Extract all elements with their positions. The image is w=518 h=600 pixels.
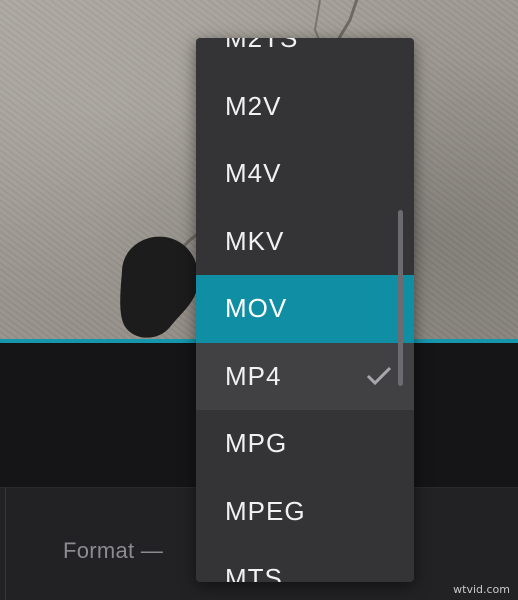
format-option-label: MP4 <box>225 360 282 391</box>
check-icon <box>366 367 392 386</box>
format-dropdown[interactable]: M2TS M2V M4V MKV MOV MP4 MPG MPEG MTS <box>196 38 414 582</box>
format-option-mpg[interactable]: MPG <box>196 410 414 478</box>
format-option-mpeg[interactable]: MPEG <box>196 478 414 546</box>
format-options-list: M2TS M2V M4V MKV MOV MP4 MPG MPEG MTS <box>196 38 414 582</box>
format-option-mp4[interactable]: MP4 <box>196 342 414 410</box>
format-option-mkv[interactable]: MKV <box>196 208 414 276</box>
format-option-label: MPEG <box>225 495 306 526</box>
format-option-label: M2TS <box>225 38 299 54</box>
format-option-mts[interactable]: MTS <box>196 545 414 582</box>
format-option-m2v[interactable]: M2V <box>196 73 414 141</box>
panel-divider <box>5 487 6 600</box>
format-option-m4v[interactable]: M4V <box>196 140 414 208</box>
format-option-label: MOV <box>225 293 288 324</box>
format-option-label: MPG <box>225 428 288 459</box>
format-option-mov[interactable]: MOV <box>196 275 414 343</box>
format-option-label: M4V <box>225 158 282 189</box>
watermark: wtvid.com <box>453 583 510 596</box>
format-label: Format — <box>63 538 164 563</box>
format-option-label: MKV <box>225 225 285 256</box>
format-option-label: M2V <box>225 90 282 121</box>
format-option-m2ts[interactable]: M2TS <box>196 38 414 73</box>
dropdown-scrollbar[interactable] <box>398 210 403 386</box>
app-window: Format — M2TS M2V M4V MKV MOV MP4 MPG MPEG MTS w… <box>0 0 518 600</box>
format-option-label: MTS <box>225 563 283 582</box>
